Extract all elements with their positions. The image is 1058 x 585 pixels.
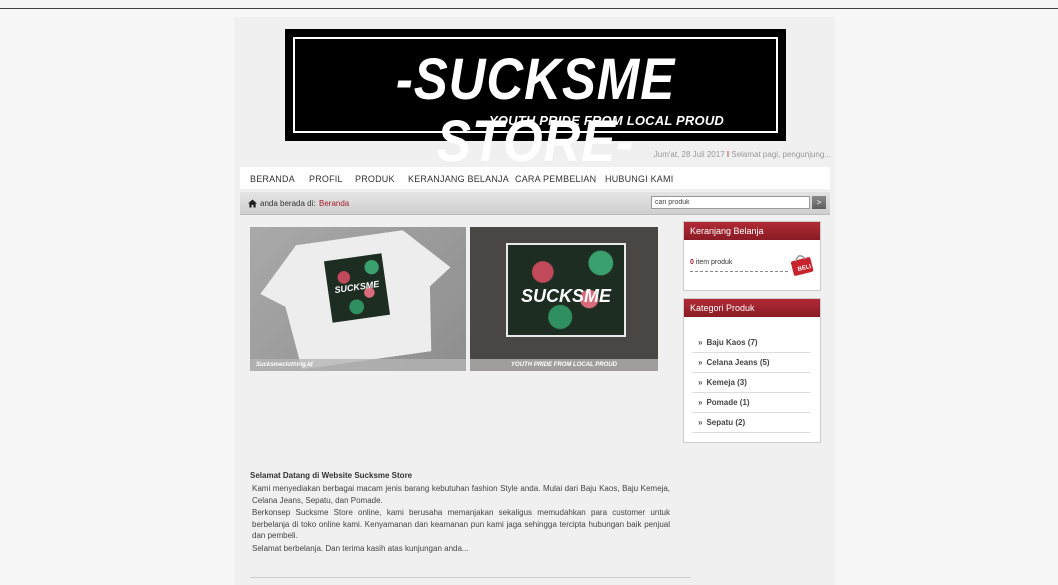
search-button[interactable]: > [812, 196, 826, 209]
page-container: -SUCKSME STORE- YOUTH PRIDE FROM LOCAL P… [234, 17, 835, 585]
breadcrumb: anda berada di: Beranda > [240, 192, 830, 215]
cart-box-title: Keranjang Belanja [684, 222, 820, 240]
category-list: » Baju Kaos (7) » Celana Jeans (5) » Kemeja… [692, 333, 810, 433]
date-text: Jum'at, 28 Juli 2017 [653, 150, 725, 159]
chevron-right-icon: » [698, 418, 703, 427]
category-label: Sepatu (2) [706, 418, 746, 427]
category-item-baju-kaos[interactable]: » Baju Kaos (7) [692, 333, 810, 353]
home-icon[interactable] [248, 199, 257, 208]
category-item-sepatu[interactable]: » Sepatu (2) [692, 413, 810, 433]
greeting-text: Selamat pagi, pengunjung... [731, 150, 831, 159]
floral-print: SUCKSME [506, 243, 626, 337]
content-divider [250, 577, 690, 578]
category-label: Baju Kaos (7) [706, 338, 758, 347]
welcome-paragraph: Selamat berbelanja. Dan terima kasih ata… [252, 543, 469, 553]
category-item-kemeja[interactable]: » Kemeja (3) [692, 373, 810, 393]
category-box-title: Kategori Produk [684, 299, 820, 317]
dateline: Jum'at, 28 Juli 2017 I Selamat pagi, pen… [654, 150, 831, 159]
chevron-right-icon: » [698, 358, 703, 367]
cart-summary[interactable]: 0 item produk [690, 259, 732, 266]
cart-count: 0 [690, 259, 694, 266]
welcome-paragraph: Berkonsep Sucksme Store online, kami ber… [252, 508, 670, 540]
banner-subtitle: YOUTH PRIDE FROM LOCAL PROUD [488, 113, 724, 128]
tshirt-print: SUCKSME [323, 253, 391, 323]
breadcrumb-current[interactable]: Beranda [319, 199, 349, 208]
nav-item-cara-pembelian[interactable]: CARA PEMBELIAN [515, 174, 596, 184]
nav-item-profil[interactable]: PROFIL [309, 174, 343, 184]
cart-divider [690, 271, 788, 272]
breadcrumb-prefix: anda berada di: [260, 199, 316, 208]
category-label: Pomade (1) [706, 398, 750, 407]
nav-item-hubungi-kami[interactable]: HUBUNGI KAMI [605, 174, 673, 184]
print-logo: SUCKSME [333, 278, 380, 295]
welcome-paragraph: Kami menyediakan berbagai macam jenis ba… [252, 484, 670, 505]
shopping-bag-icon[interactable]: BELI [788, 249, 816, 277]
category-box: Kategori Produk » Baju Kaos (7) » Celana J… [683, 298, 821, 443]
nav-item-keranjang-belanja[interactable]: KERANJANG BELANJA [408, 174, 509, 184]
slide-caption: Sucksmeclothing.id [250, 359, 466, 371]
welcome-body: Kami menyediakan berbagai macam jenis ba… [252, 483, 670, 555]
store-banner[interactable]: -SUCKSME STORE- YOUTH PRIDE FROM LOCAL P… [285, 29, 786, 173]
slide-image-1[interactable]: SUCKSME Sucksmeclothing.id [250, 227, 466, 371]
cart-label: item produk [695, 259, 733, 266]
chevron-right-icon: » [698, 398, 703, 407]
slide-image-2[interactable]: SUCKSME YOUTH PRIDE FROM LOCAL PROUD [470, 227, 658, 371]
print-logo: SUCKSME [520, 286, 611, 307]
welcome-title: Selamat Datang di Website Sucksme Store [250, 471, 413, 480]
date-separator: I [726, 150, 730, 159]
category-item-pomade[interactable]: » Pomade (1) [692, 393, 810, 413]
cart-box: Keranjang Belanja 0 item produk BELI [683, 221, 821, 291]
slide-caption: YOUTH PRIDE FROM LOCAL PROUD [470, 359, 658, 371]
category-label: Kemeja (3) [706, 378, 747, 387]
nav-item-produk[interactable]: PRODUK [355, 174, 395, 184]
chevron-right-icon: » [698, 378, 703, 387]
chevron-right-icon: » [698, 338, 703, 347]
nav-item-beranda[interactable]: BERANDA [250, 174, 295, 184]
main-nav: BERANDA PROFIL PRODUK KERANJANG BELANJA … [240, 167, 830, 189]
category-item-celana-jeans[interactable]: » Celana Jeans (5) [692, 353, 810, 373]
category-label: Celana Jeans (5) [706, 358, 770, 367]
search-input[interactable] [651, 196, 810, 209]
top-rule [0, 8, 1058, 9]
